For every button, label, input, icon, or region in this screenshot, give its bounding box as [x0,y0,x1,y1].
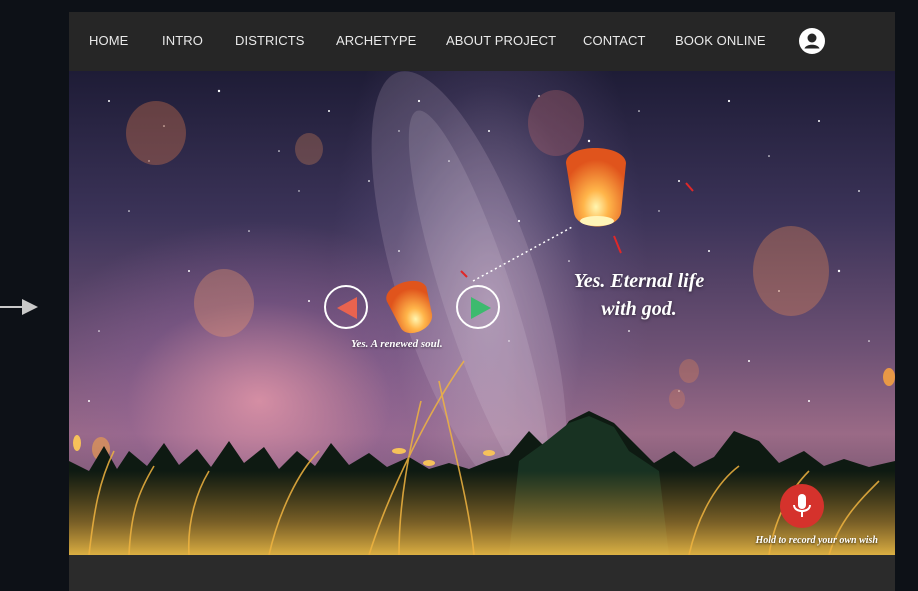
top-navigation: HOME INTRO DISTRICTS ARCHETYPE ABOUT PRO… [69,12,895,71]
triangle-left-icon [337,297,357,319]
nav-home[interactable]: HOME [89,33,128,48]
user-account-icon[interactable] [799,28,825,54]
footer-band [69,555,895,591]
nav-intro[interactable]: INTRO [162,33,203,48]
site-frame: HOME INTRO DISTRICTS ARCHETYPE ABOUT PRO… [69,12,895,591]
triangle-right-icon [471,297,491,319]
previous-button[interactable] [324,285,368,329]
wish-caption-line2: with god. [601,298,677,320]
wish-caption-small: Yes. A renewed soul. [351,338,443,350]
wish-caption-line1: Yes. Eternal life [573,270,705,292]
nav-contact[interactable]: CONTACT [583,33,646,48]
record-wish-button[interactable] [780,484,824,528]
nav-book-online[interactable]: BOOK ONLINE [675,33,766,48]
wish-caption-large: Yes. Eternal life with god. [539,267,739,323]
next-button[interactable] [456,285,500,329]
hero-night-sky: Yes. A renewed soul. Yes. Eternal life w… [69,71,895,555]
nav-districts[interactable]: DISTRICTS [235,33,305,48]
nav-archetype[interactable]: ARCHETYPE [336,33,416,48]
side-arrow-icon [0,299,38,315]
lantern-main [566,148,626,227]
microphone-icon [793,494,811,517]
nav-about-project[interactable]: ABOUT PROJECT [446,33,556,48]
record-wish-caption: Hold to record your own wish [755,535,878,546]
